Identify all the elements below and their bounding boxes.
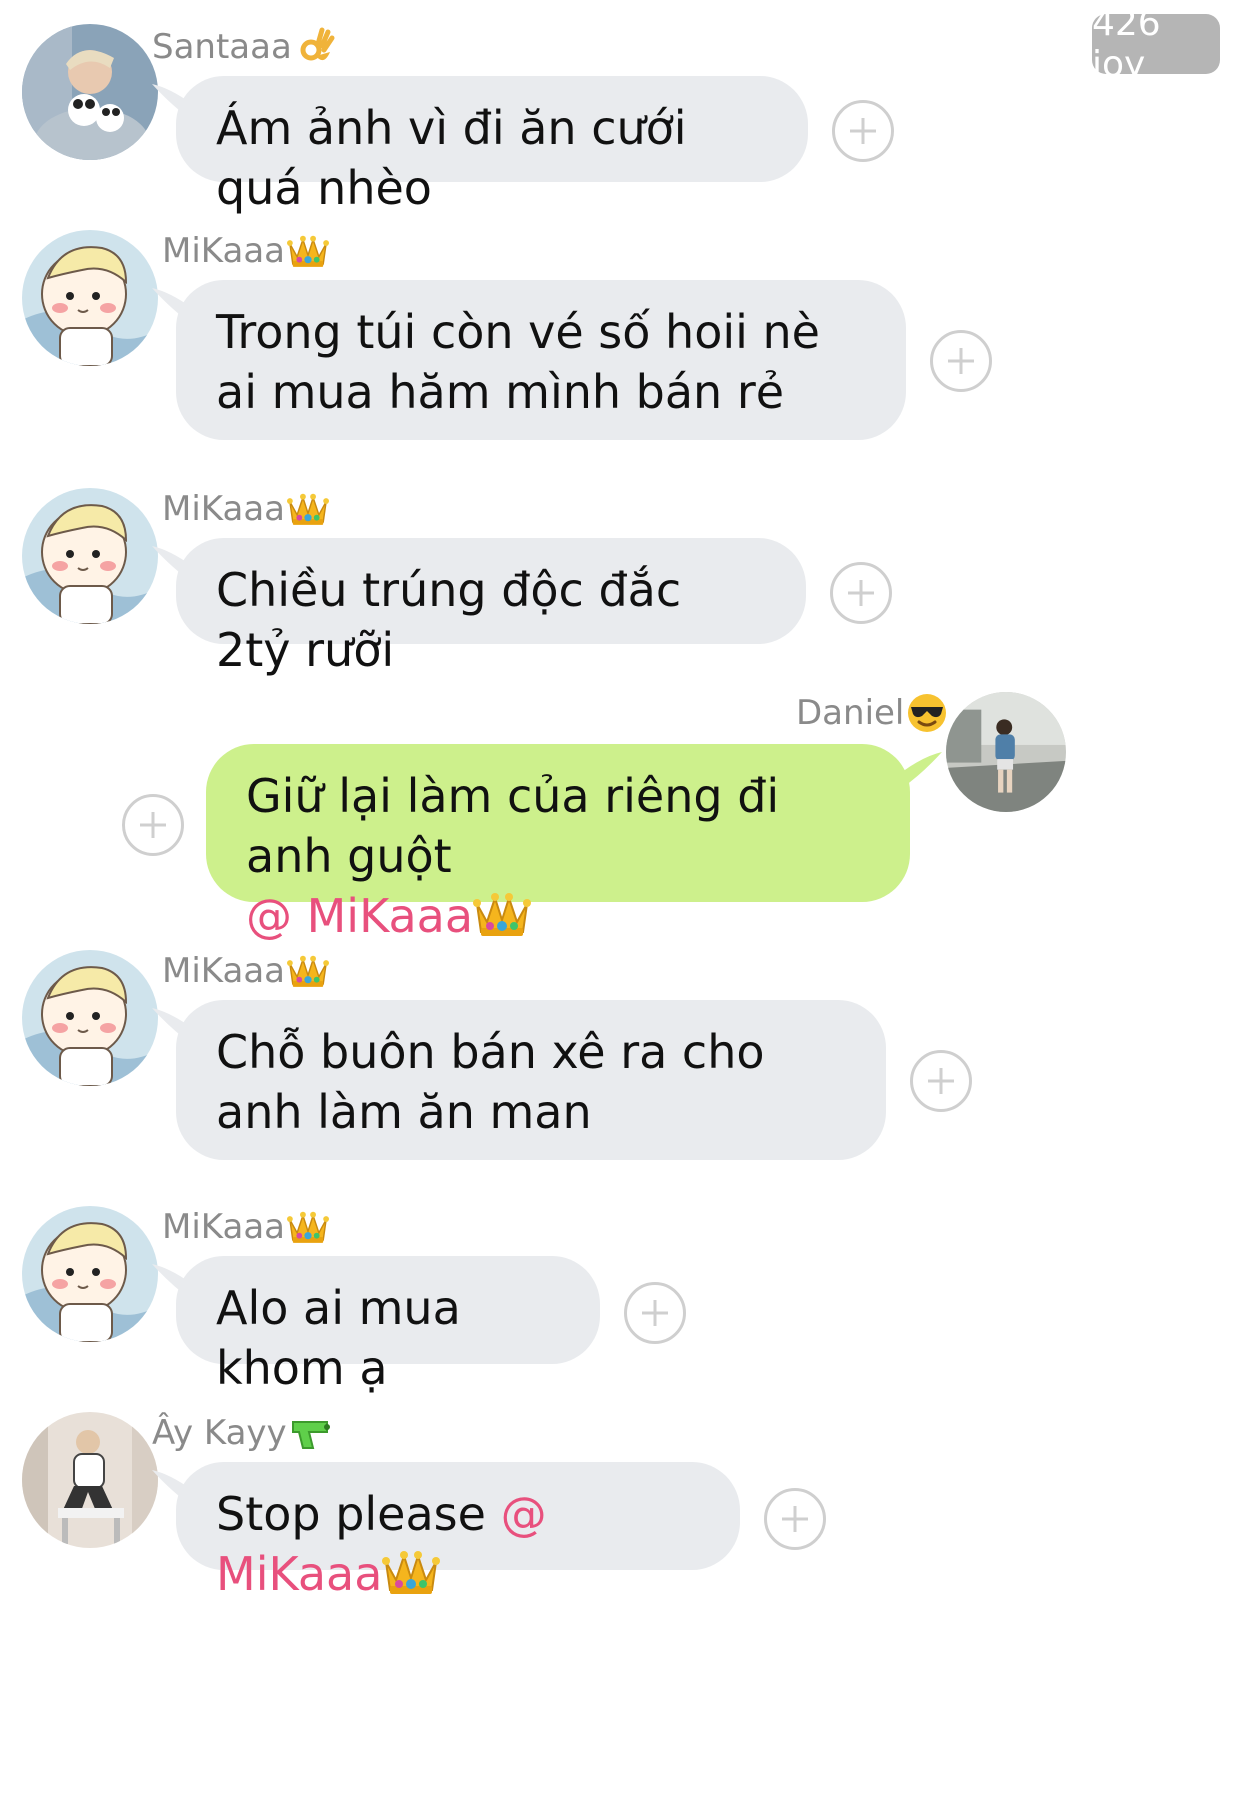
sender-name: MiKaaa bbox=[162, 230, 329, 272]
plus-icon bbox=[640, 1298, 670, 1328]
message-text: Chỗ buôn bán xê ra cho anh làm ăn man bbox=[216, 1025, 765, 1139]
message-bubble[interactable]: Ám ảnh vì đi ăn cưới quá nhèo bbox=[176, 76, 808, 215]
message-text: Trong túi còn vé số hoii nè ai mua hăm m… bbox=[216, 305, 820, 419]
message-text: Chiều trúng độc đắc 2tỷ rưỡi bbox=[216, 563, 682, 677]
crown-icon bbox=[287, 230, 329, 272]
message-bubble[interactable]: Stop please @ MiKaaa bbox=[176, 1462, 740, 1601]
add-reaction-button[interactable] bbox=[830, 562, 892, 624]
sender-name: Ây Kayy bbox=[152, 1412, 331, 1454]
plus-icon bbox=[848, 116, 878, 146]
message-bubble[interactable]: Chỗ buôn bán xê ra cho anh làm ăn man bbox=[176, 1000, 886, 1160]
crown-icon bbox=[382, 1546, 440, 1598]
sender-name: Santaaa bbox=[152, 26, 336, 68]
message-bubble[interactable]: Alo ai mua khom ạ bbox=[176, 1256, 600, 1395]
plus-icon bbox=[780, 1504, 810, 1534]
avatar-mikaaa[interactable] bbox=[22, 230, 158, 366]
avatar-mikaaa[interactable] bbox=[22, 1206, 158, 1342]
mention-link[interactable]: @ MiKaaa bbox=[246, 889, 531, 943]
sunglasses-icon bbox=[906, 692, 948, 734]
crown-icon bbox=[287, 950, 329, 992]
reaction-counter-badge: 426 joy bbox=[1092, 3, 1220, 85]
message-bubble-outgoing[interactable]: Giữ lại làm của riêng đi anh guột @ MiKa… bbox=[206, 744, 910, 943]
crown-icon bbox=[287, 1206, 329, 1248]
water-pistol-icon bbox=[289, 1412, 331, 1454]
ok-hand-icon bbox=[294, 26, 336, 68]
add-reaction-button[interactable] bbox=[624, 1282, 686, 1344]
avatar-daniel[interactable] bbox=[946, 692, 1066, 812]
crown-icon bbox=[287, 488, 329, 530]
add-reaction-button[interactable] bbox=[910, 1050, 972, 1112]
plus-icon bbox=[138, 810, 168, 840]
sender-name: MiKaaa bbox=[162, 488, 329, 530]
message-text: Alo ai mua khom ạ bbox=[216, 1281, 461, 1395]
sender-name: Daniel bbox=[796, 692, 948, 734]
message-text: Stop please bbox=[216, 1487, 501, 1541]
message-bubble[interactable]: Trong túi còn vé số hoii nè ai mua hăm m… bbox=[176, 280, 906, 440]
crown-icon bbox=[473, 888, 531, 940]
avatar-mikaaa[interactable] bbox=[22, 488, 158, 624]
add-reaction-button[interactable] bbox=[930, 330, 992, 392]
avatar-ay-kayy[interactable] bbox=[22, 1412, 158, 1548]
add-reaction-button[interactable] bbox=[764, 1488, 826, 1550]
avatar-mikaaa[interactable] bbox=[22, 950, 158, 1086]
message-text: Giữ lại làm của riêng đi anh guột bbox=[246, 769, 780, 883]
add-reaction-button[interactable] bbox=[122, 794, 184, 856]
sender-name: MiKaaa bbox=[162, 950, 329, 992]
avatar-santaaa[interactable] bbox=[22, 24, 158, 160]
plus-icon bbox=[926, 1066, 956, 1096]
message-text: Ám ảnh vì đi ăn cưới quá nhèo bbox=[216, 101, 687, 215]
add-reaction-button[interactable] bbox=[832, 100, 894, 162]
plus-icon bbox=[946, 346, 976, 376]
sender-name: MiKaaa bbox=[162, 1206, 329, 1248]
plus-icon bbox=[846, 578, 876, 608]
message-bubble[interactable]: Chiều trúng độc đắc 2tỷ rưỡi bbox=[176, 538, 806, 677]
